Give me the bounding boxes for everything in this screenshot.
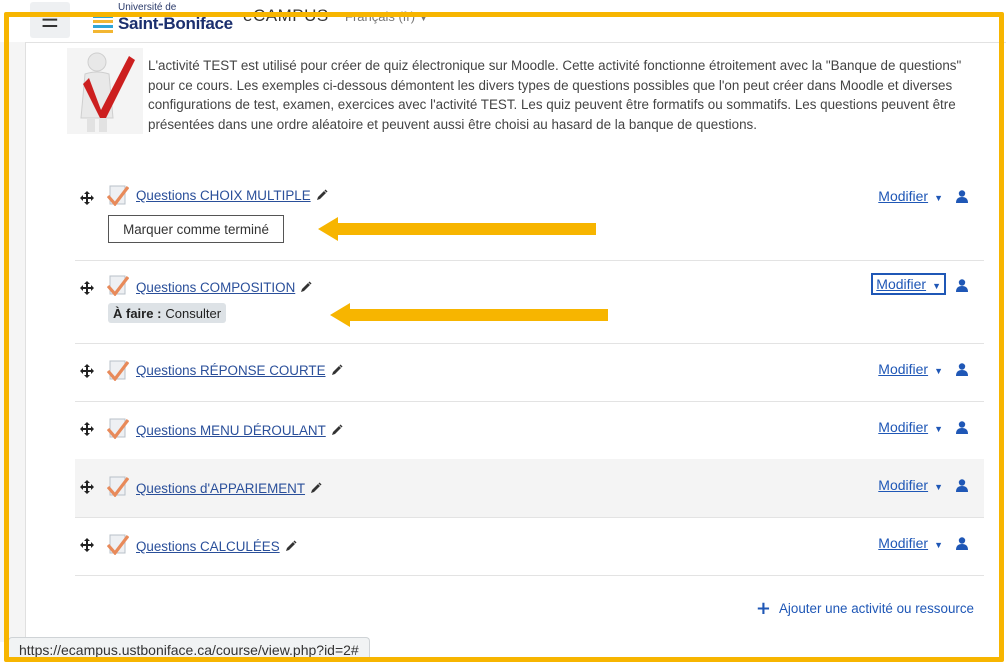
pencil-icon[interactable] — [300, 281, 312, 293]
chevron-down-icon: ▼ — [934, 366, 943, 376]
activity-row: Questions RÉPONSE COURTE Modifier ▼ — [75, 343, 984, 402]
modifier-label: Modifier — [876, 276, 927, 292]
completion-status-badge: À faire : Consulter — [108, 303, 227, 323]
move-icon[interactable] — [80, 281, 94, 295]
move-icon[interactable] — [80, 191, 94, 205]
chevron-down-icon: ▼ — [934, 482, 943, 492]
modifier-label: Modifier — [878, 361, 929, 377]
hamburger-icon[interactable]: ☰ — [30, 2, 70, 38]
quiz-check-icon — [107, 418, 129, 439]
activity-title: Questions COMPOSITION — [136, 280, 296, 295]
user-icon[interactable] — [956, 190, 968, 203]
activity-row: Questions MENU DÉROULANT Modifier ▼ — [75, 401, 984, 460]
chevron-down-icon: ▼ — [419, 13, 428, 23]
quiz-figure-image — [67, 48, 143, 134]
activity-title: Questions CHOIX MULTIPLE — [136, 188, 311, 203]
add-activity-link[interactable]: + Ajouter une activité ou ressource — [756, 598, 974, 619]
user-icon[interactable] — [956, 537, 968, 550]
activity-link[interactable]: Questions CHOIX MULTIPLE — [136, 188, 328, 203]
pencil-icon[interactable] — [285, 540, 297, 552]
user-icon[interactable] — [956, 479, 968, 492]
modifier-menu[interactable]: Modifier ▼ — [878, 419, 943, 435]
mark-as-done-button[interactable]: Marquer comme terminé — [108, 215, 284, 243]
chevron-down-icon: ▼ — [934, 424, 943, 434]
modifier-label: Modifier — [878, 477, 929, 493]
move-icon[interactable] — [80, 422, 94, 436]
pencil-icon[interactable] — [331, 364, 343, 376]
quiz-check-icon — [107, 360, 129, 381]
quiz-check-icon — [107, 275, 129, 296]
add-activity-label: Ajouter une activité ou ressource — [778, 601, 974, 616]
browser-status-url: https://ecampus.ustboniface.ca/course/vi… — [8, 637, 370, 661]
modifier-menu[interactable]: Modifier ▼ — [878, 535, 943, 551]
activity-row: Questions CALCULÉES Modifier ▼ — [75, 517, 984, 576]
language-selector[interactable]: Français (fr) ▼ — [345, 9, 428, 24]
quiz-check-icon — [107, 534, 129, 555]
move-icon[interactable] — [80, 480, 94, 494]
site-name[interactable]: eCAMPUS — [243, 6, 329, 26]
activity-title: Questions RÉPONSE COURTE — [136, 363, 326, 378]
activity-link[interactable]: Questions COMPOSITION — [136, 280, 312, 295]
activity-link[interactable]: Questions CALCULÉES — [136, 539, 297, 554]
activity-link[interactable]: Questions RÉPONSE COURTE — [136, 363, 343, 378]
chevron-down-icon: ▼ — [934, 193, 943, 203]
chevron-down-icon: ▼ — [932, 281, 941, 291]
plus-icon: + — [755, 598, 771, 619]
activity-link[interactable]: Questions d'APPARIEMENT — [136, 481, 322, 496]
university-logo[interactable]: Université de Saint-Boniface — [92, 0, 233, 40]
modifier-label: Modifier — [878, 535, 929, 551]
activity-title: Questions d'APPARIEMENT — [136, 481, 306, 496]
language-label: Français (fr) — [345, 9, 416, 24]
quiz-check-icon — [107, 185, 129, 206]
pencil-icon[interactable] — [316, 189, 328, 201]
annotation-arrow-icon — [318, 217, 596, 241]
modifier-label: Modifier — [878, 419, 929, 435]
annotation-arrow-icon — [330, 303, 608, 327]
modifier-menu[interactable]: Modifier ▼ — [878, 477, 943, 493]
activity-row: Questions d'APPARIEMENT Modifier ▼ — [75, 459, 984, 518]
user-icon[interactable] — [956, 421, 968, 434]
user-icon[interactable] — [956, 279, 968, 292]
chevron-down-icon: ▼ — [934, 540, 943, 550]
todo-value: Consulter — [165, 305, 222, 321]
activity-link[interactable]: Questions MENU DÉROULANT — [136, 423, 343, 438]
activity-title: Questions CALCULÉES — [136, 539, 280, 554]
modifier-label: Modifier — [878, 188, 929, 204]
left-drawer-strip — [0, 42, 26, 642]
todo-label: À faire : — [113, 305, 162, 321]
logo-small-text: Université de — [118, 2, 177, 13]
course-description: L'activité TEST est utilisé pour créer d… — [148, 58, 962, 132]
modifier-menu[interactable]: Modifier ▼ — [878, 361, 943, 377]
quiz-check-icon — [107, 476, 129, 497]
move-icon[interactable] — [80, 364, 94, 378]
logo-name-text: Saint-Boniface — [118, 14, 233, 33]
modifier-menu[interactable]: Modifier ▼ — [878, 188, 943, 204]
pencil-icon[interactable] — [331, 424, 343, 436]
modifier-menu[interactable]: Modifier ▼ — [871, 273, 946, 295]
top-navbar: ☰ Université de Saint-Boniface eCAMPUS F… — [0, 0, 1006, 43]
activity-title: Questions MENU DÉROULANT — [136, 423, 326, 438]
pencil-icon[interactable] — [310, 482, 322, 494]
user-icon[interactable] — [956, 363, 968, 376]
move-icon[interactable] — [80, 538, 94, 552]
logo-mark-icon — [93, 15, 113, 33]
